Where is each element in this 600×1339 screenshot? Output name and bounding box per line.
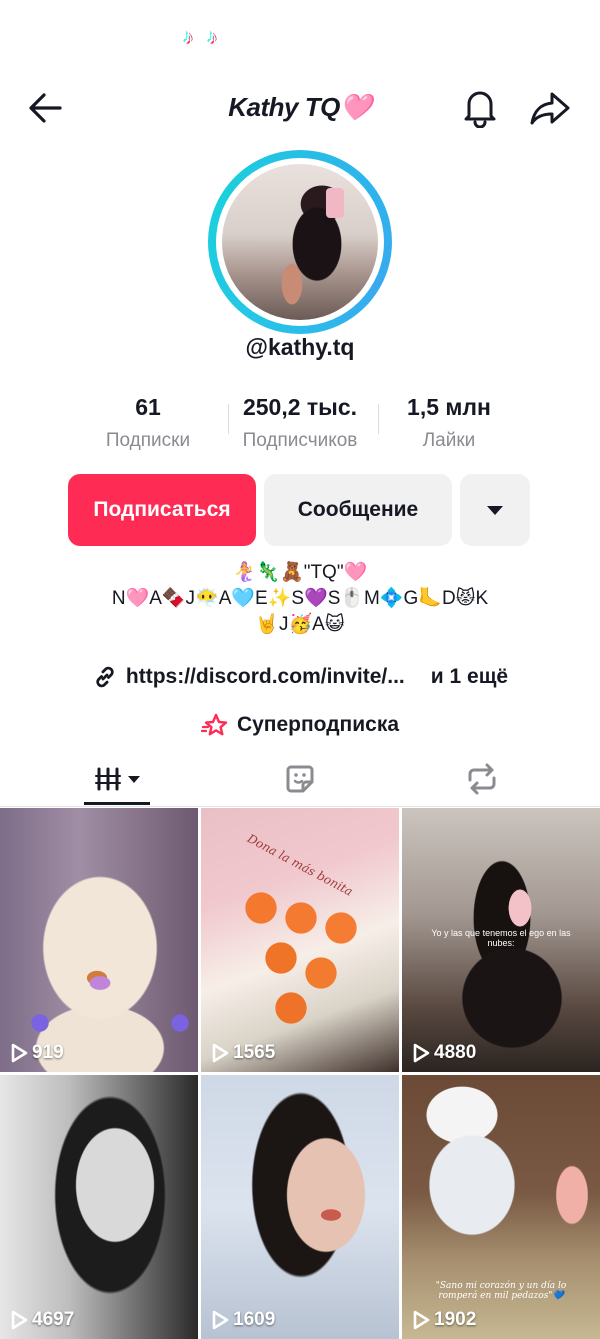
stat-following[interactable]: 61 Подписки <box>78 392 218 456</box>
chevron-down-icon <box>487 505 503 515</box>
stat-value: 1,5 млн <box>407 394 491 420</box>
view-count: 919 <box>10 1042 64 1064</box>
play-icon <box>413 1310 430 1330</box>
message-button[interactable]: Сообщение <box>264 474 452 546</box>
more-links[interactable]: и 1 ещё <box>431 665 508 689</box>
avatar <box>222 164 378 320</box>
stat-value: 250,2 тыс. <box>242 394 358 420</box>
avatar-phone-detail <box>326 188 344 218</box>
bell-icon[interactable] <box>460 86 500 129</box>
view-count-value: 1565 <box>233 1042 276 1063</box>
tiktok-notification-icon: ♪ <box>183 26 193 48</box>
active-tab-indicator <box>84 802 150 805</box>
video-caption: "Sano mi corazón y un día lo romperá en … <box>435 1281 567 1301</box>
bio-line: 🤘J🥳A😺 <box>255 614 345 635</box>
videos-grid-icon <box>95 767 140 791</box>
username: @kathy.tq <box>245 334 355 360</box>
view-count: 4880 <box>412 1042 476 1064</box>
avatar-border <box>216 158 384 326</box>
view-count-value: 919 <box>32 1042 64 1063</box>
video-thumbnail[interactable]: 4697 <box>0 1075 198 1339</box>
view-count: 1609 <box>211 1309 275 1331</box>
play-icon <box>212 1043 229 1063</box>
more-options-button[interactable] <box>460 474 530 546</box>
play-icon <box>11 1310 28 1330</box>
play-icon <box>212 1310 229 1330</box>
content-tabs <box>0 752 600 807</box>
video-caption: Dona la más bonita <box>244 831 356 899</box>
stat-label: Подписки <box>105 430 191 451</box>
bio-line: 🧜‍♀️🦎🧸"TQ"🩷 <box>232 562 368 583</box>
stat-likes[interactable]: 1,5 млн Лайки <box>379 392 519 456</box>
super-star-icon <box>200 713 228 736</box>
bio-line: N🩷A🍫J😶‍🌫️A🩵E✨S💜S🖱️M💠G🦶D😾K <box>111 588 489 609</box>
stat-label: Лайки <box>422 430 476 451</box>
video-thumbnail[interactable]: Yo y las que tenemos el ego en las nubes… <box>402 808 600 1072</box>
repost-icon <box>468 763 496 795</box>
profile-link[interactable]: https://discord.com/invite/... <box>126 665 405 689</box>
video-thumbnail[interactable]: 919 <box>0 808 198 1072</box>
view-count-value: 1609 <box>233 1309 276 1330</box>
play-icon <box>413 1043 430 1063</box>
video-caption: Yo y las que tenemos el ego en las nubes… <box>431 928 571 948</box>
link-icon <box>96 666 114 688</box>
profile-stats: 61 Подписки 250,2 тыс. Подписчиков 1,5 м… <box>92 392 512 458</box>
tab-reposts[interactable] <box>382 752 582 806</box>
super-subscription-row[interactable]: Суперподписка <box>0 712 600 738</box>
view-count-value: 1902 <box>434 1309 477 1330</box>
play-icon <box>11 1043 28 1063</box>
stat-followers[interactable]: 250,2 тыс. Подписчиков <box>230 392 370 456</box>
profile-link-row[interactable]: https://discord.com/invite/... и 1 ещё <box>0 664 600 690</box>
follow-button[interactable]: Подписаться <box>68 474 256 546</box>
tab-videos[interactable] <box>20 752 220 806</box>
profile-bio: 🧜‍♀️🦎🧸"TQ"🩷 N🩷A🍫J😶‍🌫️A🩵E✨S💜S🖱️M💠G🦶D😾K 🤘J… <box>0 560 600 638</box>
view-count: 1565 <box>211 1042 275 1064</box>
avatar-story-ring[interactable] <box>208 150 392 334</box>
video-thumbnail[interactable]: 1609 <box>201 1075 399 1339</box>
view-count: 4697 <box>10 1309 74 1331</box>
stat-label: Подписчиков <box>242 430 358 451</box>
share-arrow-icon[interactable] <box>528 88 572 128</box>
tiktok-notification-icon: ♪ <box>207 26 217 48</box>
sticker-icon <box>286 765 314 793</box>
super-subscription-label: Суперподписка <box>236 713 400 736</box>
view-count: 1902 <box>412 1309 476 1331</box>
status-bar-app-icons: ♪ ♪ <box>178 26 222 52</box>
video-thumbnail[interactable]: "Sano mi corazón y un día lo romperá en … <box>402 1075 600 1339</box>
tab-stickers[interactable] <box>200 752 400 806</box>
top-bar: Kathy TQ🩷 <box>0 78 600 138</box>
view-count-value: 4697 <box>32 1309 75 1330</box>
stat-divider <box>228 404 229 434</box>
video-thumbnail[interactable]: Dona la más bonita 1565 <box>201 808 399 1072</box>
view-count-value: 4880 <box>434 1042 477 1063</box>
profile-title: Kathy TQ🩷 <box>228 92 372 122</box>
stat-value: 61 <box>135 394 161 420</box>
